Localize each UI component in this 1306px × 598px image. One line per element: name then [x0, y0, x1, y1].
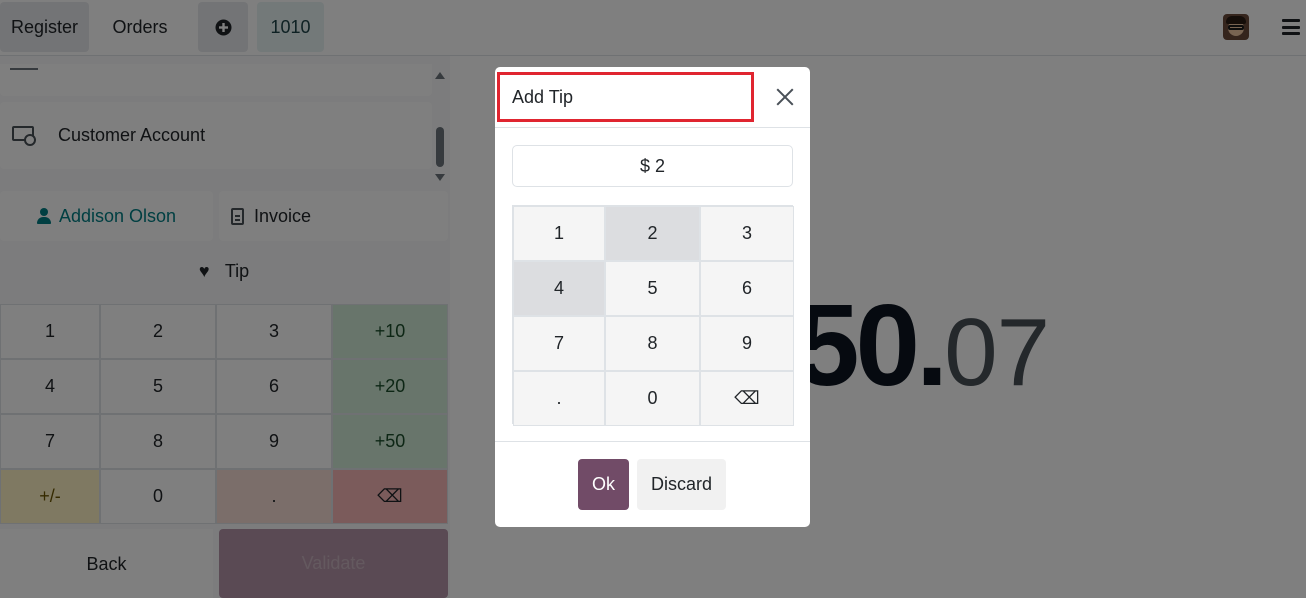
add-tip-dialog: Add Tip $ 2 1 2 3 4 5 6 7 8 9 . 0 ⌫ Ok D… — [495, 67, 810, 527]
dialog-header: Add Tip — [495, 67, 810, 128]
ok-button[interactable]: Ok — [578, 459, 629, 510]
dialog-title: Add Tip — [497, 72, 754, 122]
discard-button[interactable]: Discard — [637, 459, 726, 510]
tip-key[interactable]: 5 — [605, 261, 700, 316]
tip-key[interactable]: 2 — [605, 206, 700, 261]
tip-key[interactable]: 7 — [513, 316, 605, 371]
tip-key[interactable]: 1 — [513, 206, 605, 261]
tip-key[interactable]: 4 — [513, 261, 605, 316]
tip-key-backspace[interactable]: ⌫ — [700, 371, 794, 426]
tip-amount-input[interactable]: $ 2 — [512, 145, 793, 187]
tip-key[interactable]: 0 — [605, 371, 700, 426]
tip-key-decimal[interactable]: . — [513, 371, 605, 426]
tip-key[interactable]: 3 — [700, 206, 794, 261]
tip-key[interactable]: 8 — [605, 316, 700, 371]
tip-numpad: 1 2 3 4 5 6 7 8 9 . 0 ⌫ — [512, 205, 794, 426]
dialog-footer: Ok Discard — [495, 441, 810, 527]
tip-key[interactable]: 6 — [700, 261, 794, 316]
tip-key[interactable]: 9 — [700, 316, 794, 371]
close-icon[interactable] — [776, 88, 794, 106]
